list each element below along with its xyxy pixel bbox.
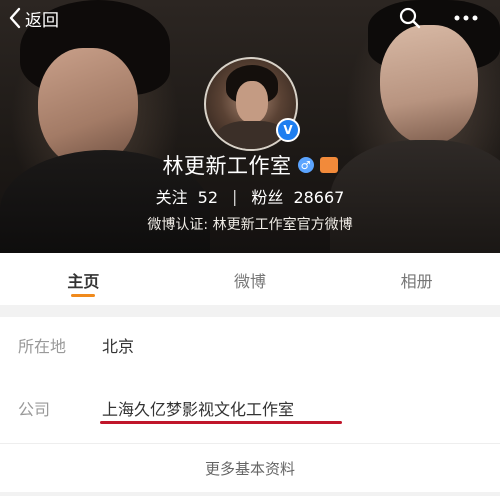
chevron-left-icon <box>9 7 21 29</box>
tab-weibo[interactable]: 微博 <box>167 253 334 305</box>
stats-divider: | <box>232 186 238 206</box>
profile-name: 林更新工作室 <box>162 154 292 178</box>
male-gender-icon: ♂ <box>297 157 314 173</box>
info-row-location: 所在地 北京 <box>0 317 500 373</box>
member-level-icon <box>319 157 338 173</box>
stats-row: 关注 52 | 粉丝 28667 <box>0 184 500 208</box>
search-button[interactable] <box>398 6 422 30</box>
company-label: 公司 <box>18 400 51 419</box>
back-button[interactable]: 返回 <box>8 5 59 31</box>
red-annotation-underline <box>100 421 342 424</box>
followers-label: 粉丝 <box>251 188 284 207</box>
name-row: 林更新工作室 ♂ <box>0 150 500 180</box>
tab-album[interactable]: 相册 <box>333 253 500 305</box>
following-label: 关注 <box>155 188 188 207</box>
following-count: 52 <box>197 188 219 207</box>
profile-header-banner: 返回 V 林更新工作室 ♂ 关注 52 | 粉丝 28667 微博认证: 林更新… <box>0 0 500 253</box>
location-value: 北京 <box>102 337 135 356</box>
more-dots-icon <box>454 15 478 21</box>
cover-photo-right-face <box>380 25 478 145</box>
followers-stat[interactable]: 粉丝 28667 <box>251 184 344 208</box>
verified-badge-icon: V <box>276 118 300 142</box>
following-stat[interactable]: 关注 52 <box>156 184 218 208</box>
search-icon <box>399 7 421 29</box>
basic-info-section: 所在地 北京 公司 上海久亿梦影视文化工作室 更多基本资料 <box>0 317 500 492</box>
back-button-label: 返回 <box>25 10 59 31</box>
profile-tabs: 主页 微博 相册 <box>0 253 500 305</box>
verification-text: 微博认证: 林更新工作室官方微博 <box>147 217 353 233</box>
top-bar: 返回 <box>0 0 500 36</box>
info-row-company: 公司 上海久亿梦影视文化工作室 <box>0 373 500 443</box>
more-options-button[interactable] <box>452 6 478 30</box>
more-basic-info-link[interactable]: 更多基本资料 <box>0 443 500 492</box>
location-label: 所在地 <box>18 337 67 356</box>
followers-count: 28667 <box>293 188 345 207</box>
company-value: 上海久亿梦影视文化工作室 <box>102 400 295 419</box>
tab-home[interactable]: 主页 <box>0 253 167 305</box>
